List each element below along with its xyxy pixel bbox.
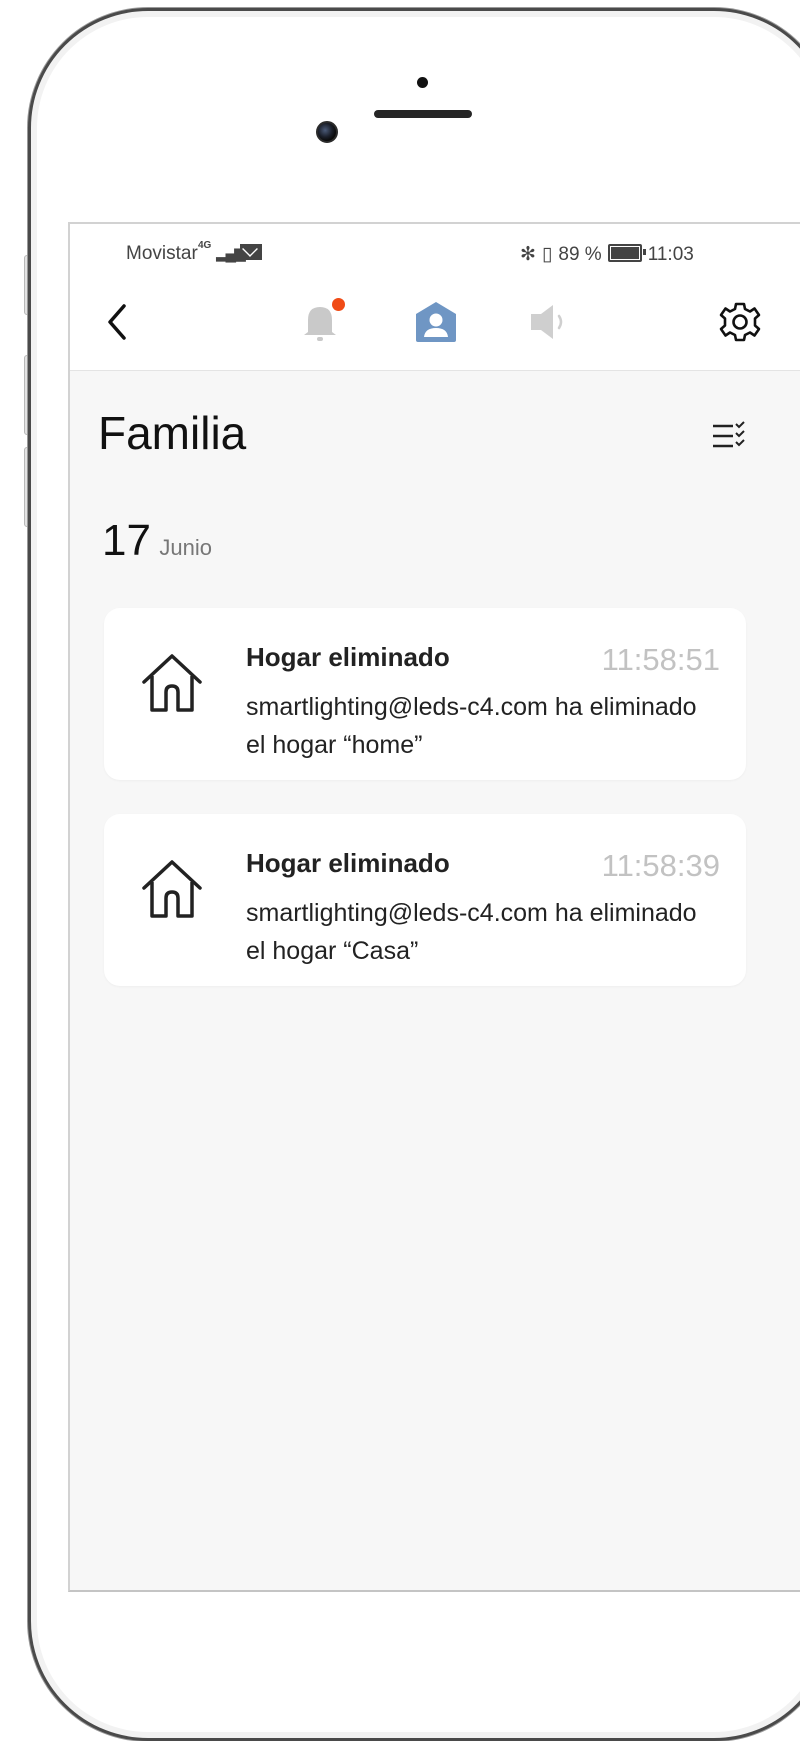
notification-card[interactable]: Hogar eliminado 11:58:39 smartlighting@l… — [104, 814, 746, 986]
gear-icon — [719, 302, 761, 342]
status-right: ✻ ▯ 89 % 11:03 — [520, 243, 700, 266]
settings-button[interactable] — [700, 274, 780, 370]
select-list-button[interactable] — [706, 416, 752, 456]
checklist-icon — [713, 421, 745, 448]
screen: Movistar 4G ▂▄▆ ✻ ▯ 89 % 11:03 Familia 1… — [68, 222, 800, 1592]
mail-icon — [240, 244, 262, 260]
house-icon — [142, 860, 202, 918]
top-navigation — [70, 274, 800, 371]
page-title: Familia — [98, 407, 247, 459]
notification-title: Hogar eliminado — [246, 848, 450, 878]
notification-dot — [332, 298, 345, 311]
date-header: 17 Junio — [102, 516, 212, 566]
date-month: Junio — [159, 535, 212, 560]
status-time: 11:03 — [647, 244, 694, 265]
profile-home-icon — [416, 302, 456, 342]
front-camera — [316, 121, 338, 143]
carrier-label: Movistar — [126, 243, 198, 264]
notification-title: Hogar eliminado — [246, 642, 450, 672]
proximity-sensor — [417, 77, 428, 88]
back-button[interactable] — [92, 274, 142, 370]
bluetooth-icon: ✻ — [520, 244, 536, 265]
house-icon — [142, 654, 202, 712]
sound-tab[interactable] — [510, 274, 590, 370]
battery-icon — [607, 244, 646, 262]
notification-time: 11:58:39 — [601, 848, 720, 883]
back-icon — [108, 304, 126, 340]
battery-percent: 89 % — [558, 244, 602, 265]
earpiece — [374, 110, 472, 118]
notification-card[interactable]: Hogar eliminado 11:58:51 smartlighting@l… — [104, 608, 746, 780]
network-type-label: 4G — [198, 240, 212, 251]
notifications-tab[interactable] — [280, 274, 360, 370]
notification-message: smartlighting@leds-c4.com ha eliminado e… — [246, 693, 697, 759]
vibrate-icon: ▯ — [541, 244, 553, 265]
date-day: 17 — [102, 516, 151, 565]
speaker-icon — [531, 305, 563, 339]
status-bar: Movistar 4G ▂▄▆ ✻ ▯ 89 % 11:03 — [70, 224, 800, 274]
notification-time: 11:58:51 — [601, 642, 720, 677]
home-members-tab[interactable] — [396, 274, 476, 370]
notification-message: smartlighting@leds-c4.com ha eliminado e… — [246, 899, 697, 965]
